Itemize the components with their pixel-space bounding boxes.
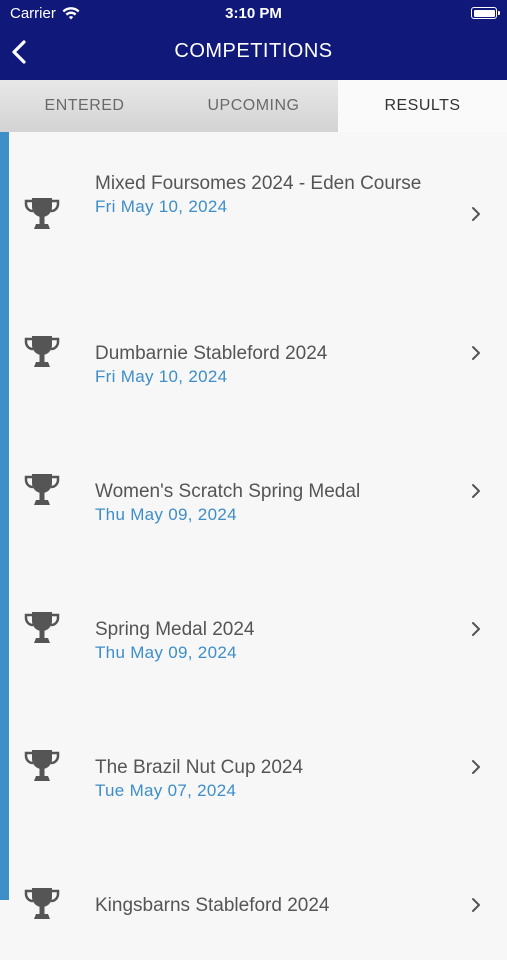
list-item[interactable]: Spring Medal 2024 Thu May 09, 2024 [9, 546, 507, 684]
trophy-icon [24, 474, 60, 505]
competition-text: Mixed Foursomes 2024 - Eden Course Fri M… [95, 172, 457, 217]
trophy-icon [24, 336, 60, 367]
page-title: COMPETITIONS [174, 40, 333, 62]
competition-name: Spring Medal 2024 [95, 619, 255, 640]
list-item[interactable]: Mixed Foursomes 2024 - Eden Course Fri M… [9, 132, 507, 270]
chevron-right-icon [472, 760, 480, 774]
competition-name: Kingsbarns Stableford 2024 [95, 895, 330, 916]
competition-name: Mixed Foursomes 2024 - Eden Course [95, 173, 422, 194]
navigation-header: Carrier 3:10 PM COMPETITIONS [0, 0, 507, 80]
chevron-right-icon [472, 898, 480, 912]
trophy-icon [24, 612, 60, 643]
list-item[interactable]: Kingsbarns Stableford 2024 [9, 822, 507, 960]
chevron-right-icon [472, 207, 480, 221]
competition-date: Thu May 09, 2024 [95, 643, 237, 662]
competition-name: Women's Scratch Spring Medal [95, 481, 361, 502]
chevron-right-icon [472, 484, 480, 498]
list-item[interactable]: Women's Scratch Spring Medal Thu May 09,… [9, 408, 507, 546]
tab-results[interactable]: RESULTS [338, 80, 507, 132]
competition-date: Tue May 07, 2024 [95, 781, 237, 800]
competition-text: Women's Scratch Spring Medal Thu May 09,… [95, 480, 457, 525]
battery-icon [471, 7, 500, 19]
tab-bar: ENTERED UPCOMING RESULTS [0, 80, 507, 132]
competition-text: The Brazil Nut Cup 2024 Tue May 07, 2024 [95, 756, 457, 801]
chevron-right-icon [472, 622, 480, 636]
tab-entered[interactable]: ENTERED [0, 80, 169, 132]
list-item[interactable]: Dumbarnie Stableford 2024 Fri May 10, 20… [9, 270, 507, 408]
tab-upcoming[interactable]: UPCOMING [169, 80, 338, 132]
accent-stripe [0, 132, 9, 900]
chevron-right-icon [472, 346, 480, 360]
competition-text: Kingsbarns Stableford 2024 [95, 894, 457, 919]
competition-name: The Brazil Nut Cup 2024 [95, 757, 304, 778]
competition-name: Dumbarnie Stableford 2024 [95, 343, 328, 364]
competition-date: Thu May 09, 2024 [95, 505, 237, 524]
status-bar: Carrier 3:10 PM [0, 0, 507, 28]
trophy-icon [24, 750, 60, 781]
list-item[interactable]: The Brazil Nut Cup 2024 Tue May 07, 2024 [9, 684, 507, 822]
competition-date: Fri May 10, 2024 [95, 197, 228, 216]
competition-date: Fri May 10, 2024 [95, 367, 228, 386]
trophy-icon [24, 198, 60, 229]
competition-text: Spring Medal 2024 Thu May 09, 2024 [95, 618, 457, 663]
competition-text: Dumbarnie Stableford 2024 Fri May 10, 20… [95, 342, 457, 387]
clock: 3:10 PM [225, 5, 282, 22]
trophy-icon [24, 888, 60, 919]
competition-list: Mixed Foursomes 2024 - Eden Course Fri M… [9, 132, 507, 960]
